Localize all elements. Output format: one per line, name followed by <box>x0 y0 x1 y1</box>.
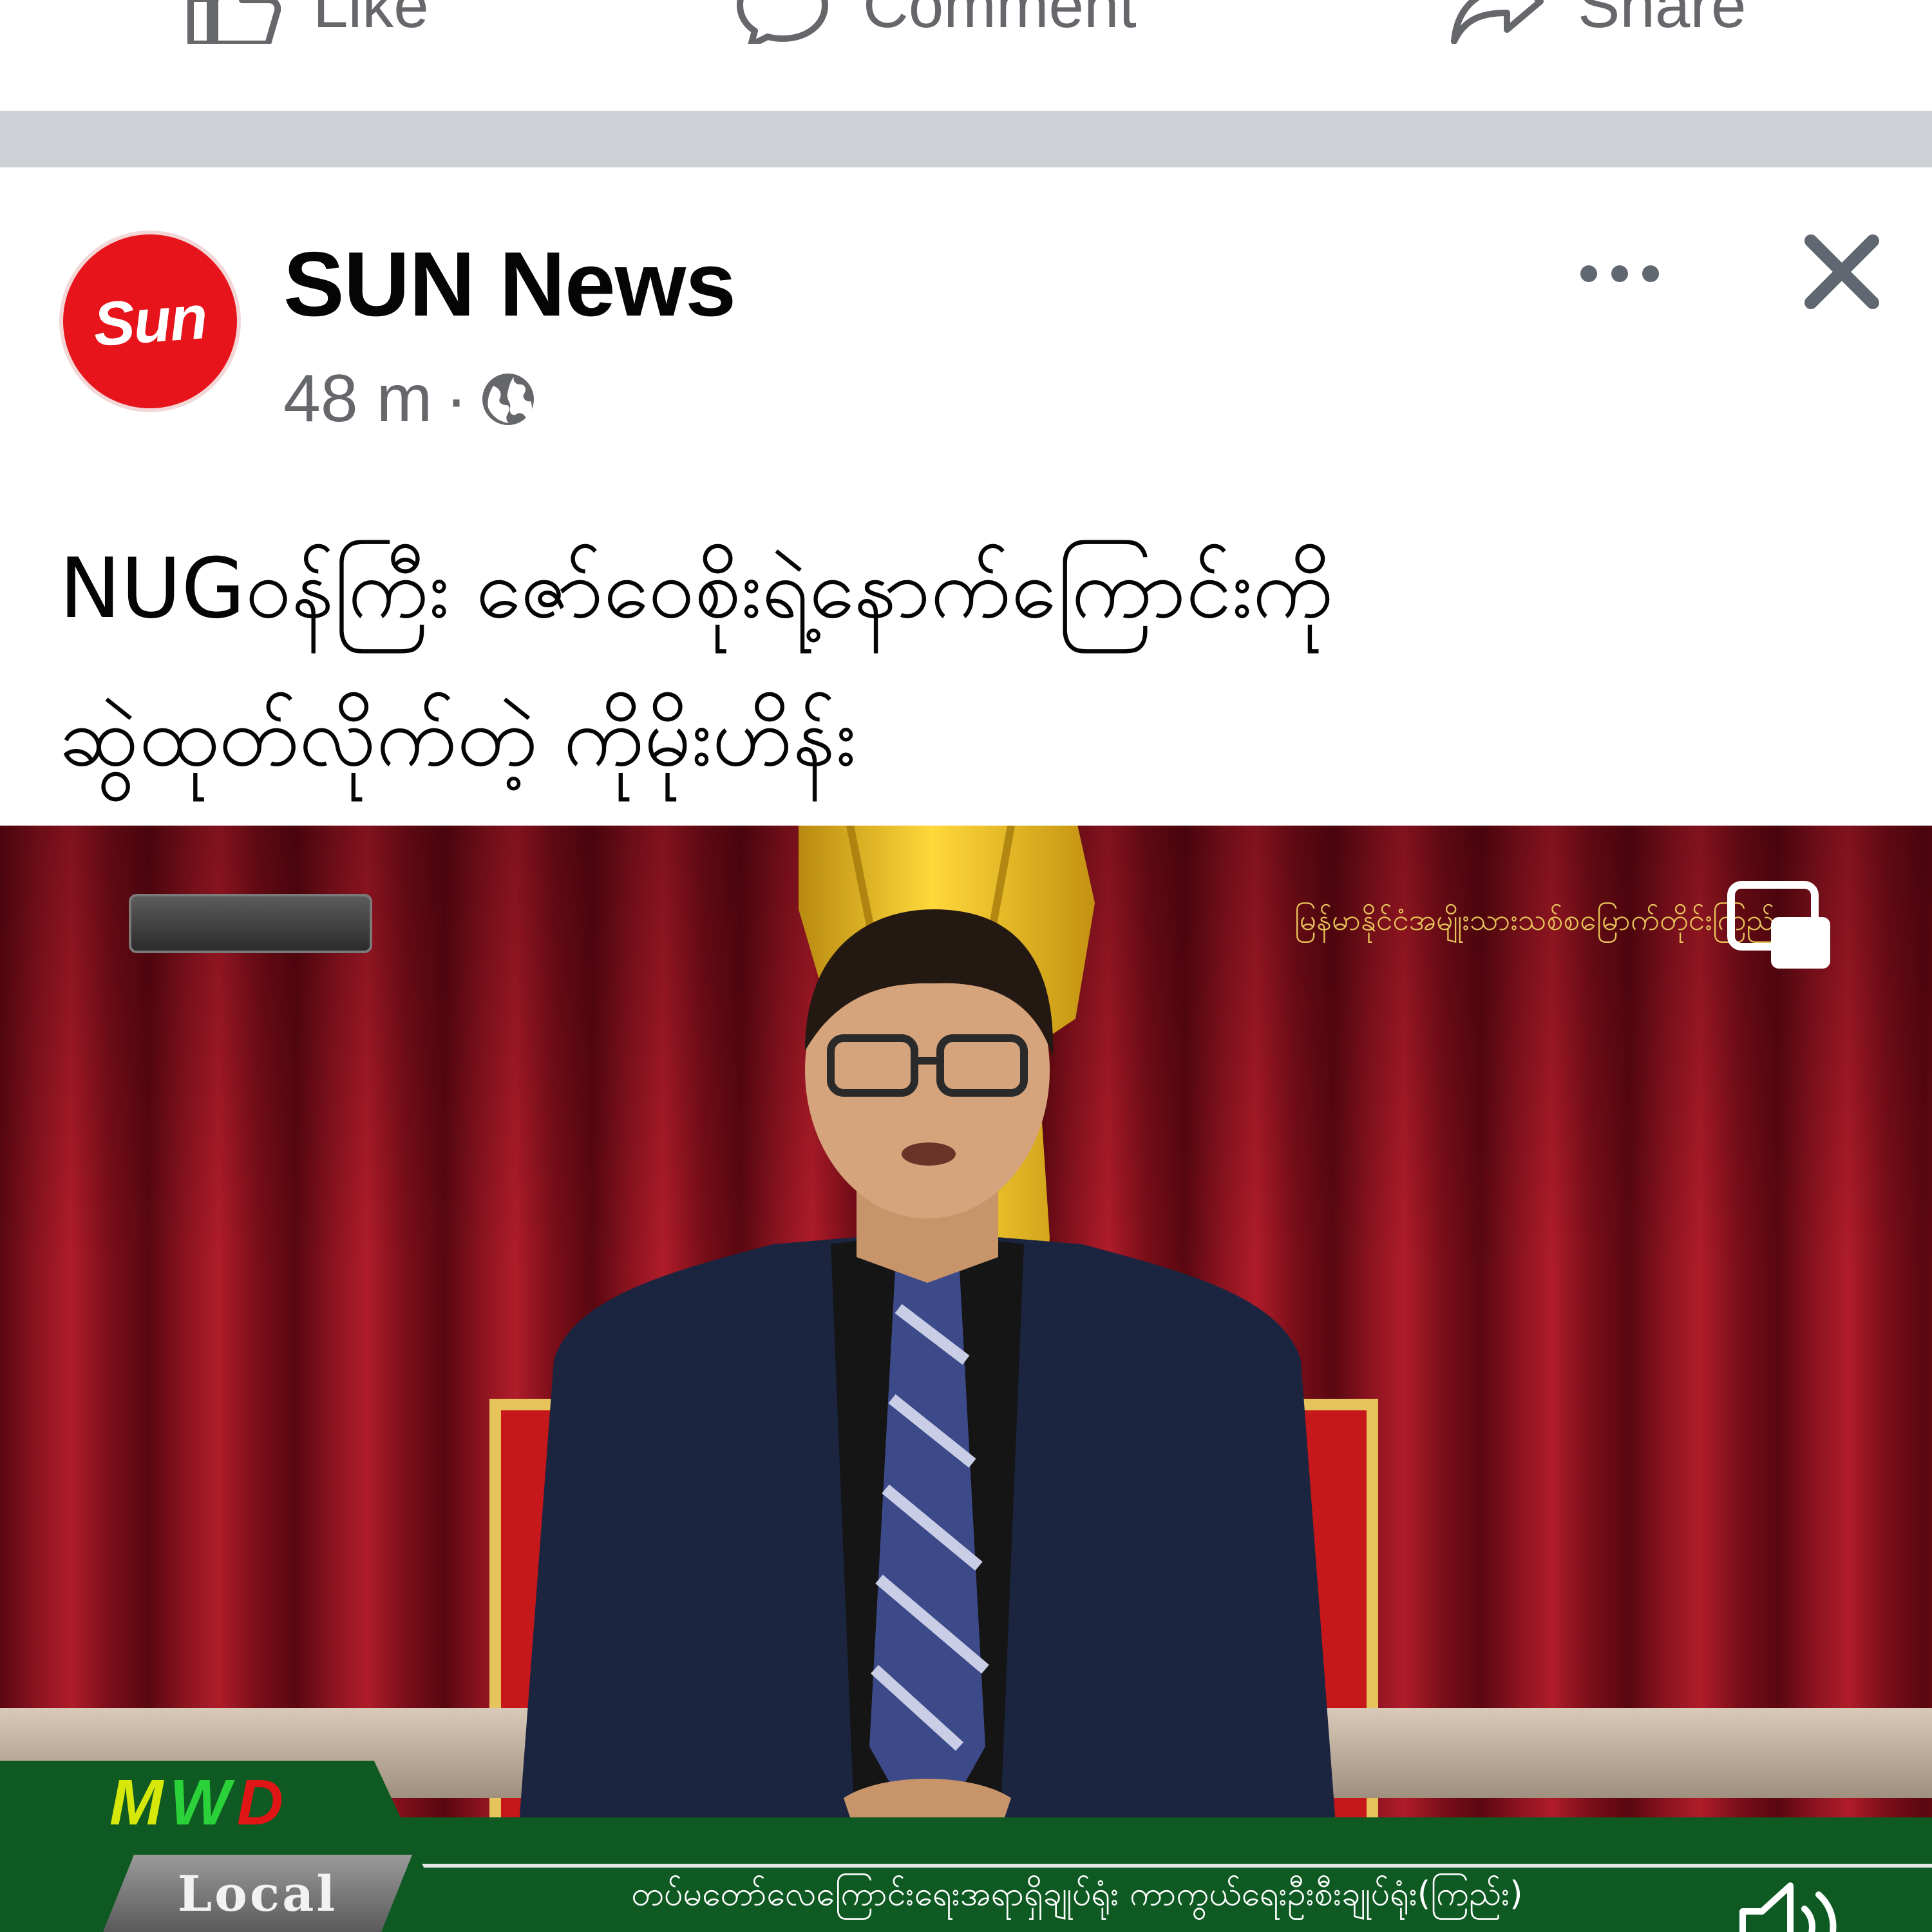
news-ticker: တပ်မတော်လေကြောင်းရေးအရာရှိချုပ်ရုံး ကာကွ… <box>631 1875 1523 1913</box>
thumbs-up-icon <box>187 0 281 44</box>
post-caption: NUGဝန်ကြီး ဇော်ဝေစိုးရဲ့နောက်ကြောင်းကို … <box>59 515 1747 811</box>
comment-label: Comment <box>863 0 1137 41</box>
page-name-link[interactable]: SUN News <box>283 232 736 337</box>
channel-logo-letter: M <box>109 1766 170 1839</box>
more-dot-icon <box>1642 265 1659 282</box>
post-timestamp[interactable]: 48 m <box>283 361 432 437</box>
caption-line: NUGဝန်ကြီး ဇော်ဝေစိုးရဲ့နောက်ကြောင်းကို <box>59 541 1334 637</box>
like-label: Like <box>313 0 429 41</box>
news-post: Sun SUN News 48 m · NUGဝန်ကြီး ဇော်ဝေစို… <box>0 167 1932 1932</box>
volume-icon[interactable] <box>1732 1875 1842 1932</box>
broadcast-caption-top: မြန်မာနိုင်ငံအမျိုးသားသစ်စမြောက်တိုင်းကြ… <box>1294 902 1776 937</box>
more-dot-icon <box>1580 265 1597 282</box>
share-label: Share <box>1578 0 1747 41</box>
channel-logo: MWD <box>109 1766 290 1840</box>
feed-separator <box>0 111 1932 167</box>
picture-in-picture-icon[interactable] <box>1726 877 1835 974</box>
globe-icon <box>482 373 534 425</box>
share-button[interactable]: Share <box>1449 0 1747 44</box>
page-avatar[interactable]: Sun <box>59 231 241 412</box>
previous-post-action-bar: Like Comment Share <box>0 0 1932 111</box>
meta-separator: · <box>445 361 468 436</box>
post-meta: 48 m · <box>283 361 536 437</box>
avatar-logo-text: Sun <box>91 283 209 359</box>
like-button[interactable]: Like <box>184 0 429 44</box>
more-dot-icon <box>1611 265 1628 282</box>
channel-tag: Local <box>103 1855 412 1932</box>
close-icon[interactable] <box>1797 227 1887 317</box>
share-icon <box>1451 0 1544 44</box>
caption-line: ဆွဲထုတ်လိုက်တဲ့ ကိုမိုးဟိန်း <box>59 689 857 785</box>
video-top-badge <box>129 894 372 953</box>
more-options-button[interactable] <box>1571 245 1668 303</box>
comment-button[interactable]: Comment <box>734 0 1137 44</box>
comment-icon <box>737 0 828 44</box>
channel-logo-letter: W <box>169 1766 237 1839</box>
channel-logo-letter: D <box>236 1766 290 1839</box>
speaker-figure <box>515 909 1340 1875</box>
video-player[interactable]: မြန်မာနိုင်ငံအမျိုးသားသစ်စမြောက်တိုင်းကြ… <box>0 826 1932 1932</box>
